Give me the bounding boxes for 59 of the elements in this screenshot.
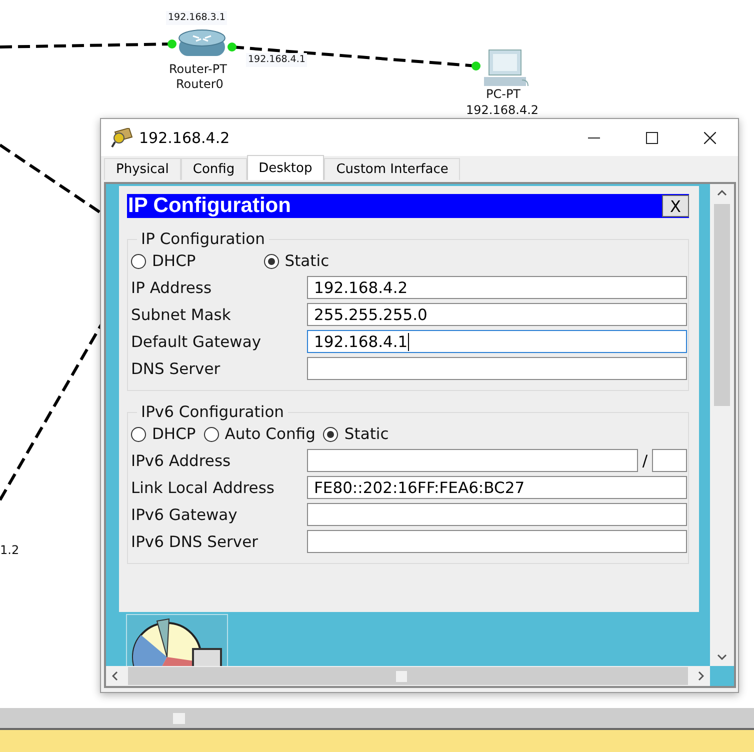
scroll-left-icon[interactable]: [112, 671, 118, 681]
device-name: 1.2: [0, 543, 20, 557]
panel-title: IP Configuration: [128, 194, 291, 218]
field-label: IP Address: [131, 278, 213, 296]
input-field[interactable]: [307, 357, 687, 380]
scrollbar-corner: [710, 666, 734, 686]
device-name: Router0: [176, 77, 224, 91]
field-label: IPv6 DNS Server: [131, 532, 260, 550]
radio-option[interactable]: Static: [264, 252, 330, 270]
scroll-right-icon[interactable]: [698, 671, 704, 681]
field-label: Default Gateway: [131, 332, 262, 350]
horizontal-scrollbar[interactable]: [106, 666, 710, 686]
field-label: DNS Server: [131, 360, 222, 378]
interface-address: 192.168.4.1: [246, 53, 308, 67]
field-label: Subnet Mask: [131, 306, 232, 324]
minimize-icon[interactable]: [588, 136, 600, 138]
radio-option[interactable]: DHCP: [131, 252, 196, 270]
radio-option[interactable]: DHCP: [131, 425, 196, 443]
prefix-separator: /: [641, 452, 649, 470]
computer-icon[interactable]: [484, 50, 528, 86]
device-name: 192.168.4.2: [466, 103, 539, 117]
prefix-field[interactable]: [652, 449, 687, 472]
close-button[interactable]: X: [662, 195, 689, 217]
interface-address: 192.168.3.1: [166, 11, 228, 25]
link-status-dot: [472, 62, 480, 70]
device-model: PC-PT: [486, 87, 521, 101]
close-icon[interactable]: [704, 132, 716, 144]
maximize-icon[interactable]: [646, 132, 658, 144]
tab[interactable]: Desktop: [246, 155, 324, 180]
group-title: IP Configuration: [140, 230, 266, 248]
device-model: Router-PT: [169, 62, 227, 76]
link-status-dot: [168, 40, 176, 48]
group-title: IPv6 Configuration: [140, 403, 285, 421]
envelope-icon: [111, 128, 133, 148]
input-field[interactable]: 192.168.4.1: [307, 330, 687, 353]
scroll-up-icon[interactable]: [717, 190, 727, 196]
field-label: IPv6 Address: [131, 452, 232, 470]
router-icon[interactable]: [178, 30, 226, 56]
field-label: Link Local Address: [131, 478, 276, 496]
tab[interactable]: Physical: [104, 158, 181, 180]
input-field[interactable]: 192.168.4.2: [307, 276, 687, 299]
vertical-scrollbar[interactable]: [710, 184, 734, 666]
app-tile[interactable]: [126, 614, 228, 666]
tab[interactable]: Custom Interface: [324, 158, 460, 180]
window-title: 192.168.4.2: [139, 128, 230, 146]
input-field[interactable]: 255.255.255.0: [307, 303, 687, 326]
tab[interactable]: Config: [180, 158, 247, 180]
scroll-down-icon[interactable]: [717, 654, 727, 660]
input-field[interactable]: [307, 530, 687, 553]
radio-option[interactable]: Auto Config: [204, 425, 316, 443]
input-field[interactable]: FE80::202:16FF:FEA6:BC27: [307, 476, 687, 499]
horizontal-scrollbar[interactable]: [0, 708, 754, 730]
scroll-thumb[interactable]: [396, 671, 407, 682]
scroll-thumb[interactable]: [173, 713, 185, 724]
radio-option[interactable]: Static: [323, 425, 389, 443]
input-field[interactable]: [307, 449, 638, 472]
link-status-dot: [228, 42, 236, 52]
field-label: IPv6 Gateway: [131, 506, 238, 524]
input-field[interactable]: [307, 503, 687, 526]
